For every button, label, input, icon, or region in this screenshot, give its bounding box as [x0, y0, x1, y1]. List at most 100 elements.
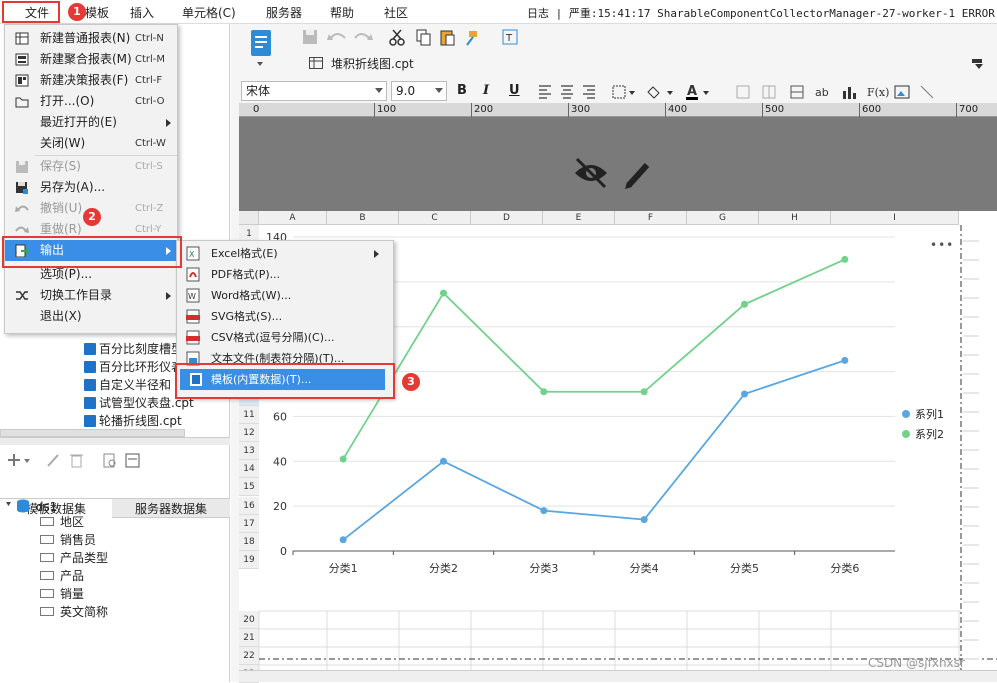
align-center-icon	[561, 85, 573, 99]
hide-eye-icon	[575, 157, 607, 189]
preview-dataset-icon	[103, 453, 116, 468]
menu-item-switch-workdir[interactable]: 切换工作目录	[5, 285, 177, 306]
dashboard-report-icon	[15, 74, 29, 87]
sheet-hscrollbar[interactable]	[239, 670, 997, 682]
menu-cell[interactable]: 单元格(C)	[182, 4, 236, 21]
submenu-item-svg[interactable]: SVG格式(S)...	[177, 306, 393, 327]
tree-item[interactable]: 百分比环形仪表	[84, 358, 183, 376]
insert-chart-icon	[843, 87, 856, 99]
border-icon	[612, 85, 635, 99]
data-point	[339, 536, 347, 544]
submenu-item-csv[interactable]: CSV格式(逗号分隔)(C)...	[177, 327, 393, 348]
ruler-tick: 200	[471, 103, 493, 117]
data-point	[640, 516, 648, 524]
new-report-icon	[15, 32, 29, 45]
tree-hscrollbar[interactable]	[0, 429, 185, 437]
chart-more-button[interactable]: •••	[930, 238, 954, 252]
font-size-select[interactable]: 9.0	[391, 81, 447, 101]
menu-insert[interactable]: 插入	[130, 4, 154, 21]
submenu-arrow-icon	[166, 292, 171, 300]
field-item[interactable]: 产品类型	[40, 549, 108, 567]
ruler-tick: 300	[568, 103, 590, 117]
field-item[interactable]: 销量	[40, 585, 84, 603]
pdf-icon	[186, 267, 200, 282]
step-badge-3: 3	[402, 373, 420, 391]
undo-icon	[15, 205, 29, 212]
menu-item-new-dashboard[interactable]: 新建决策报表(F) Ctrl-F	[5, 70, 177, 91]
submenu-item-pdf[interactable]: PDF格式(P)...	[177, 264, 393, 285]
template-file-icon	[84, 379, 96, 391]
submenu-item-excel[interactable]: X Excel格式(E)	[177, 243, 393, 264]
menu-item-recent[interactable]: 最近打开的(E)	[5, 112, 177, 133]
formula-icon: F(x)	[867, 86, 889, 99]
menu-help[interactable]: 帮助	[330, 4, 354, 21]
y-tick-label: 40	[273, 455, 287, 468]
copy-icon	[416, 29, 431, 46]
insert-image-icon	[894, 85, 910, 99]
data-point	[741, 390, 748, 398]
merge-cells-icon	[762, 85, 776, 99]
data-point	[440, 457, 447, 465]
data-point	[741, 300, 748, 308]
legend-item[interactable]: 系列2	[902, 426, 944, 442]
tab-menu-icon[interactable]	[971, 58, 985, 70]
font-family-select[interactable]: 宋体	[241, 81, 387, 101]
menu-item-save-as[interactable]: 另存为(A)...	[5, 177, 177, 198]
tree-item[interactable]: 百分比刻度槽型	[84, 340, 183, 358]
data-point	[540, 388, 548, 396]
highlight-file-menu	[2, 1, 60, 23]
y-tick-label: 60	[273, 410, 287, 423]
menu-item-new-aggregate[interactable]: 新建聚合报表(M) Ctrl-M	[5, 49, 177, 70]
menu-item-open[interactable]: 打开...(O) Ctrl-O	[5, 91, 177, 112]
edit-pencil-icon	[625, 162, 650, 189]
tree-item[interactable]: 轮播折线图.cpt	[84, 412, 182, 430]
edit-dataset-icon	[47, 454, 59, 467]
menu-item-exit[interactable]: 退出(X)	[5, 306, 177, 327]
field-item[interactable]: 英文简称	[40, 603, 108, 621]
menu-template[interactable]: 模板	[85, 4, 109, 21]
bold-button[interactable]: B	[457, 83, 467, 98]
submenu-arrow-icon	[374, 250, 379, 258]
menu-item-save[interactable]: 保存(S) Ctrl-S	[5, 156, 177, 177]
tab-file[interactable]: 堆积折线图.cpt	[301, 54, 422, 74]
panel-splitter[interactable]	[0, 437, 230, 445]
menu-item-new-report[interactable]: 新建普通报表(N) Ctrl-N	[5, 28, 177, 49]
tab-server-dataset[interactable]: 服务器数据集	[112, 499, 230, 519]
y-tick-label: 20	[273, 500, 287, 513]
dataset-config-icon	[125, 453, 140, 468]
fill-color-icon	[647, 86, 673, 99]
legend-item[interactable]: 系列1	[902, 406, 944, 422]
field-item[interactable]: 产品	[40, 567, 84, 585]
highlight-export	[2, 236, 182, 268]
x-tick-label: 分类3	[529, 561, 558, 575]
series-line	[342, 359, 846, 541]
dataset-toolbar	[6, 451, 226, 471]
ruler-tick: 600	[859, 103, 881, 117]
format-brush-icon	[466, 31, 477, 46]
template-manager-icon[interactable]	[249, 28, 273, 68]
field-item[interactable]: 地区	[40, 513, 84, 531]
edit-toolbar-icons: T	[303, 29, 518, 46]
menu-item-close[interactable]: 关闭(W) Ctrl-W	[5, 133, 177, 154]
svg-text:T: T	[505, 33, 513, 44]
redo-icon	[15, 226, 29, 233]
switch-icon	[16, 291, 28, 300]
insert-cell-icon	[790, 85, 804, 99]
data-point	[440, 289, 447, 297]
parameter-pane	[239, 117, 997, 211]
legend-marker	[902, 410, 910, 418]
field-item[interactable]: 销售员	[40, 531, 96, 549]
underline-button[interactable]: U	[509, 83, 520, 98]
menu-server[interactable]: 服务器	[266, 4, 302, 21]
align-left-icon	[539, 85, 551, 99]
tree-item[interactable]: 自定义半径和	[84, 376, 171, 394]
save-icon	[303, 30, 317, 44]
italic-button[interactable]: I	[483, 83, 489, 98]
data-point	[841, 356, 849, 364]
legend-marker	[902, 430, 910, 438]
ruler: 0 100 200 300 400 500 600 700	[239, 103, 997, 117]
submenu-item-word[interactable]: W Word格式(W)...	[177, 285, 393, 306]
svg-icon	[186, 309, 200, 324]
menu-community[interactable]: 社区	[384, 4, 408, 21]
data-point	[339, 455, 347, 463]
